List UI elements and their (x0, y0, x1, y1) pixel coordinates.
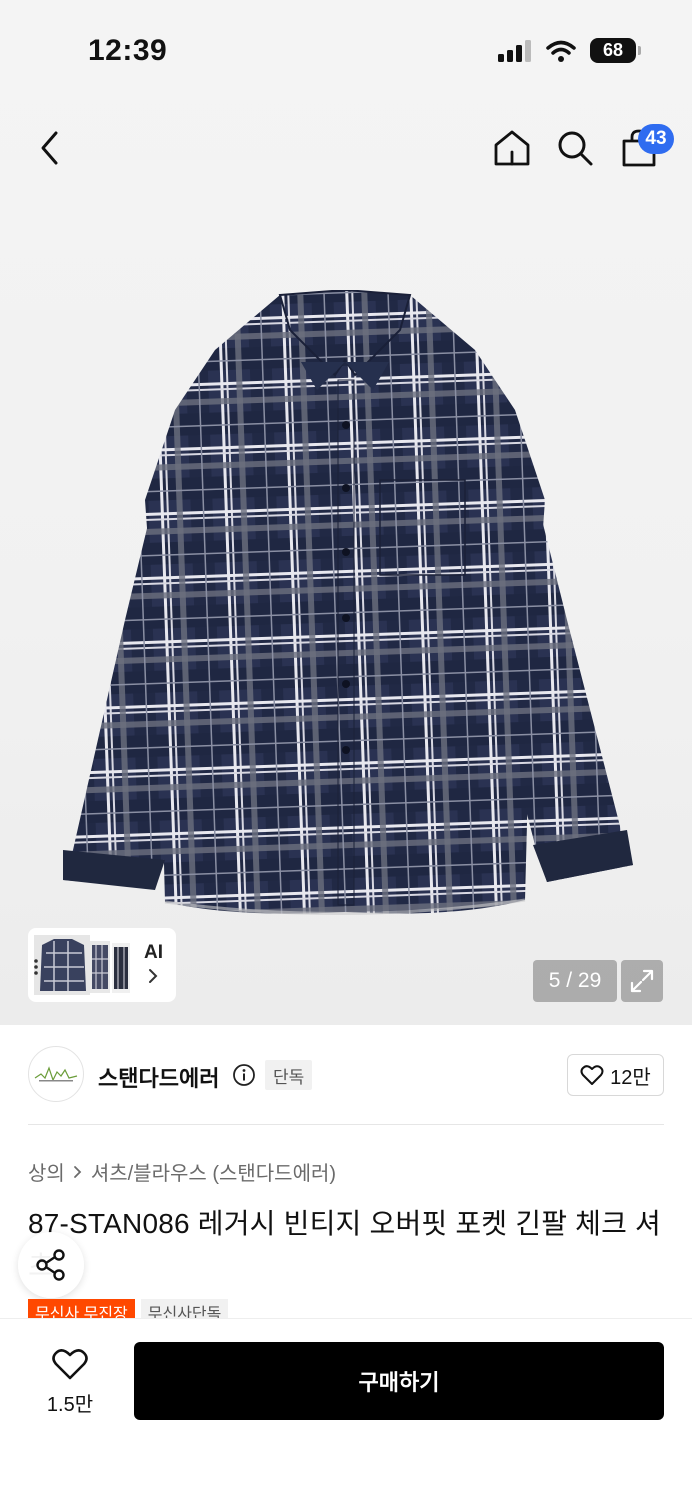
cart-count-badge: 43 (638, 124, 674, 154)
ai-thumbnail-strip[interactable]: AI (28, 928, 176, 1002)
chevron-right-icon (73, 1165, 82, 1178)
status-time: 12:39 (88, 34, 168, 67)
brand-logo[interactable] (28, 1046, 84, 1102)
image-page-counter: 5 / 29 (533, 960, 617, 1002)
breadcrumb-subcategory[interactable]: 셔츠/블라우스 (스탠다드에러) (91, 1157, 336, 1186)
share-icon (36, 1249, 65, 1281)
search-button[interactable] (545, 118, 605, 178)
brand-logo-mark (34, 1066, 78, 1082)
top-navigation (0, 118, 692, 188)
battery-indicator: 68 (590, 38, 641, 63)
thumbnail-images (34, 935, 130, 995)
search-icon (558, 131, 593, 166)
product-gallery[interactable]: 12:39 68 43 AI 5 / 29 (0, 0, 692, 1025)
brand-like-button[interactable]: 12만 (567, 1054, 664, 1096)
brand-like-count: 12만 (610, 1066, 651, 1089)
back-button[interactable] (20, 118, 80, 178)
breadcrumb-category[interactable]: 상의 (28, 1157, 65, 1186)
buy-button[interactable]: 구매하기 (134, 1342, 664, 1420)
product-title: 87-STAN086 레거시 빈티지 오버핏 포켓 긴팔 체크 셔츠 (28, 1208, 661, 1281)
home-button[interactable] (482, 118, 542, 178)
chevron-left-icon (41, 131, 58, 165)
fullscreen-button[interactable] (621, 960, 663, 1002)
share-button[interactable] (18, 1232, 84, 1298)
status-bar: 12:39 68 (0, 0, 692, 100)
home-icon (494, 130, 530, 166)
wifi-icon (546, 40, 576, 62)
wishlist-count: 1.5만 (46, 1394, 94, 1416)
wishlist-button[interactable]: 1.5만 (30, 1347, 110, 1417)
divider (28, 1124, 664, 1125)
expand-icon (630, 969, 654, 993)
product-image (63, 290, 633, 915)
ai-label: AI (144, 942, 163, 963)
brand-name[interactable]: 스탠다드에러 (98, 1061, 219, 1093)
signal-icon (498, 39, 531, 62)
heart-icon (52, 1349, 88, 1380)
brand-row: 스탠다드에러 단독 12만 (0, 1040, 692, 1110)
heart-icon (580, 1065, 604, 1085)
info-icon[interactable] (232, 1063, 256, 1087)
exclusive-badge: 단독 (265, 1060, 313, 1090)
breadcrumb: 상의 셔츠/블라우스 (스탠다드에러) (28, 1157, 336, 1186)
bottom-action-bar: 1.5만 구매하기 (0, 1318, 692, 1500)
chevron-right-icon (149, 969, 158, 983)
